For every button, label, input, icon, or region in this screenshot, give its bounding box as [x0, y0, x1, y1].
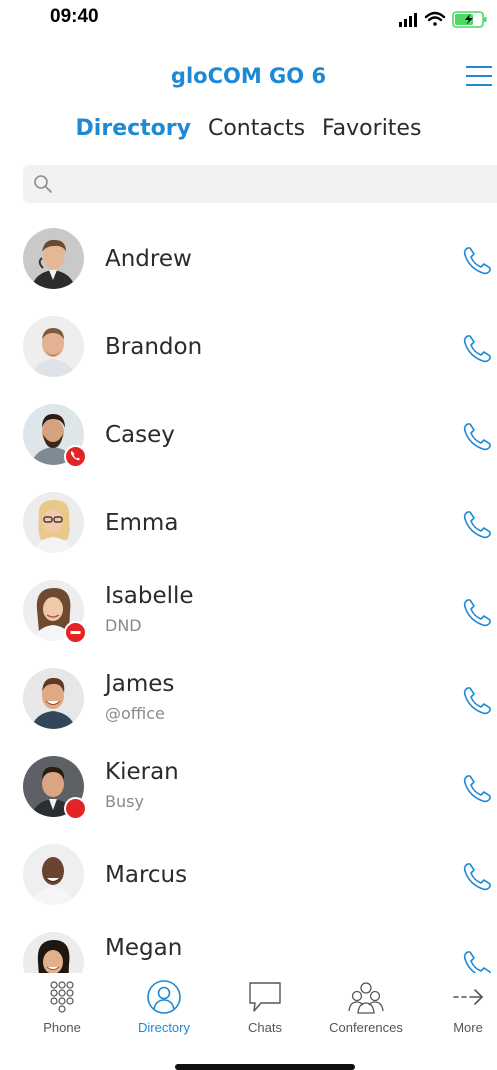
avatar	[23, 316, 84, 377]
tab-contacts[interactable]: Contacts	[208, 116, 305, 141]
avatar	[23, 844, 84, 905]
phone-call-icon[interactable]	[460, 244, 494, 278]
contact-row-emma[interactable]: Emma	[0, 480, 497, 568]
dnd-status-badge	[64, 621, 87, 644]
contact-status-text: DND	[105, 616, 142, 635]
contact-name: Marcus	[105, 862, 188, 888]
contact-row-james[interactable]: James @office	[0, 656, 497, 744]
app-title: gloCOM GO 6	[170, 64, 327, 88]
tabbar-label: Phone	[43, 1020, 81, 1035]
status-bar: 09:40	[0, 0, 497, 40]
contact-list[interactable]: Andrew Brandon Casey Emma Isabelle DND J…	[0, 216, 497, 973]
person-circle-icon	[147, 980, 181, 1014]
status-time: 09:40	[50, 6, 99, 27]
tabbar-label: More	[453, 1020, 483, 1035]
search-input[interactable]	[63, 165, 487, 205]
contact-name: Isabelle	[105, 583, 194, 609]
phone-call-icon[interactable]	[460, 684, 494, 718]
home-indicator	[175, 1064, 355, 1070]
tabbar-label: Directory	[137, 1020, 190, 1035]
avatar	[23, 668, 84, 729]
phone-call-icon[interactable]	[460, 860, 494, 894]
arrow-right-icon	[453, 989, 484, 1005]
phone-call-icon[interactable]	[460, 508, 494, 542]
contact-name: Brandon	[105, 334, 203, 360]
phone-call-icon[interactable]	[460, 772, 494, 806]
contact-status-text: Busy	[105, 792, 144, 811]
dialpad-icon	[50, 981, 74, 1013]
contact-row-megan[interactable]: Megan	[0, 920, 497, 973]
search-bar[interactable]	[23, 165, 497, 205]
tab-directory[interactable]: Directory	[76, 116, 191, 141]
contact-row-isabelle[interactable]: Isabelle DND	[0, 568, 497, 656]
busy-status-badge	[64, 797, 87, 820]
contact-name: Casey	[105, 422, 175, 448]
search-icon	[34, 175, 52, 193]
phone-icon	[70, 451, 80, 461]
contact-name: Megan	[105, 935, 183, 961]
avatar	[23, 932, 84, 973]
contact-row-andrew[interactable]: Andrew	[0, 216, 497, 304]
dnd-icon	[70, 631, 81, 634]
on-call-status-badge	[64, 445, 87, 468]
tabbar-label: Conferences	[329, 1020, 403, 1035]
contact-name: Andrew	[105, 246, 192, 272]
contact-name: James	[105, 671, 175, 697]
phone-call-icon[interactable]	[460, 596, 494, 630]
avatar	[23, 492, 84, 553]
directory-tabs: Directory Contacts Favorites	[0, 116, 497, 150]
chat-bubble-icon	[249, 982, 281, 1012]
tabbar-more[interactable]: More	[418, 973, 497, 1043]
contact-name: Emma	[105, 510, 179, 536]
battery-icon	[452, 11, 487, 28]
tabbar-directory[interactable]: Directory	[114, 973, 214, 1043]
contact-name: Kieran	[105, 759, 179, 785]
tabbar-label: Chats	[248, 1020, 282, 1035]
wifi-icon	[424, 11, 446, 26]
status-icons	[399, 11, 487, 28]
group-icon	[348, 982, 384, 1014]
tabbar-chats[interactable]: Chats	[215, 973, 315, 1043]
phone-call-icon[interactable]	[460, 948, 494, 973]
tabbar-conferences[interactable]: Conferences	[316, 973, 416, 1043]
contact-status-text: @office	[105, 704, 165, 723]
header: gloCOM GO 6	[0, 58, 497, 98]
hamburger-menu-icon[interactable]	[465, 64, 493, 88]
bottom-tab-bar: Phone Directory Chats Conferences More	[0, 973, 497, 1043]
contact-row-brandon[interactable]: Brandon	[0, 304, 497, 392]
tabbar-phone[interactable]: Phone	[12, 973, 112, 1043]
phone-call-icon[interactable]	[460, 332, 494, 366]
avatar	[23, 228, 84, 289]
contact-row-kieran[interactable]: Kieran Busy	[0, 744, 497, 832]
contact-row-casey[interactable]: Casey	[0, 392, 497, 480]
tab-favorites[interactable]: Favorites	[322, 116, 421, 141]
phone-call-icon[interactable]	[460, 420, 494, 454]
signal-icon	[399, 13, 417, 27]
contact-row-marcus[interactable]: Marcus	[0, 832, 497, 920]
